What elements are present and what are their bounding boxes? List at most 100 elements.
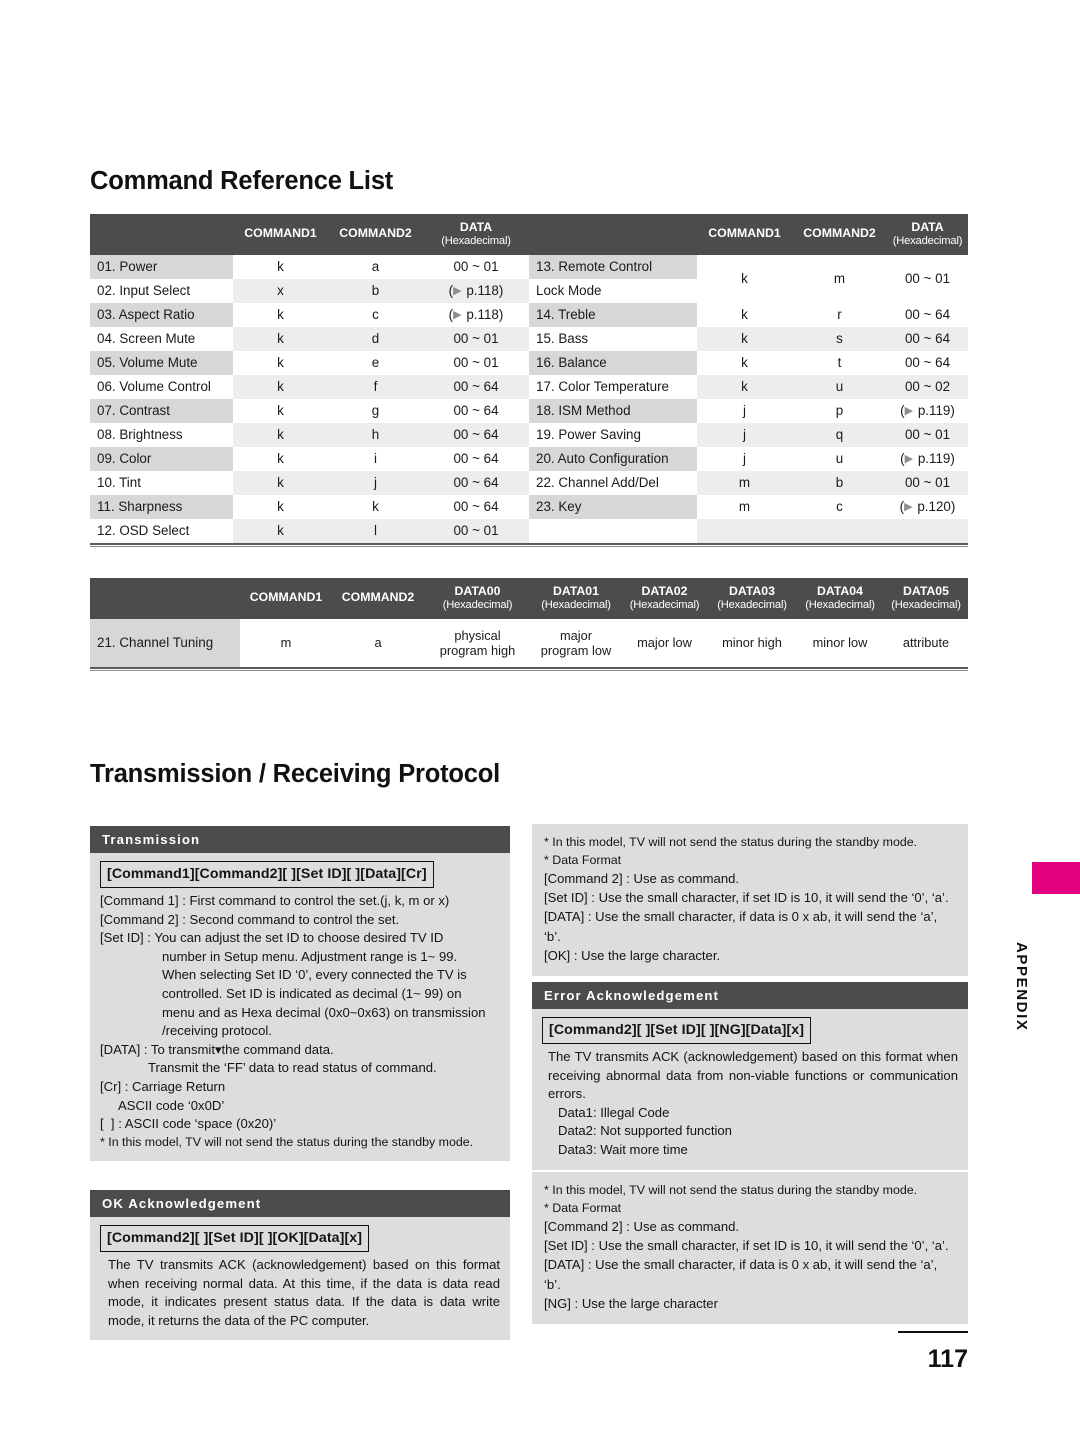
right-note-top: * In this model, TV will not send the st… [532, 824, 968, 976]
transmission-lines: [Command 1] : First command to control t… [100, 892, 500, 1151]
error-data-item: Data1: Illegal Code [558, 1104, 670, 1120]
page-link-label: p.118) [462, 283, 504, 299]
th-command1-right: COMMAND1 [697, 214, 792, 256]
cell-command1: k [233, 471, 328, 496]
cell-data: 00 ~ 64 [423, 447, 529, 472]
th-data03-label: DATA03 [728, 584, 775, 598]
note-line: [DATA] : Use the small character, if dat… [544, 909, 941, 944]
cell-command2: d [328, 327, 423, 352]
cell-command1: k [233, 327, 328, 352]
channel-tuning-body: 21. Channel Tuning m a physical program high… [90, 619, 968, 668]
error-panel-text: The TV transmits ACK (acknowledgement) b… [548, 1049, 958, 1102]
transmission-line: [DATA] : To transmit▾the command data. [100, 1041, 334, 1057]
th-data05-label: DATA05 [902, 584, 949, 598]
transmission-panel-body: [Command1][Command2][ ][Set ID][ ][Data]… [90, 853, 510, 1162]
right-note-top-body: * In this model, TV will not send the st… [532, 824, 968, 976]
table-row: 07. Contrast k g 00 ~ 64 18. ISM Method j p (▶ … [90, 399, 968, 424]
cell-command2: g [328, 399, 423, 424]
cell-data: 00 ~ 64 [423, 471, 529, 496]
cell-command2: u [792, 447, 887, 472]
cell-command1: k [233, 423, 328, 448]
th-data01-sub: (Hexadecimal) [541, 598, 611, 611]
th-command2-tuning: COMMAND2 [332, 578, 424, 620]
footer-rule [898, 1331, 968, 1333]
cell-command2 [792, 519, 887, 544]
table-row: 09. Color k i 00 ~ 64 20. Auto Configuration… [90, 447, 968, 472]
transmission-line: * In this model, TV will not send the st… [100, 1134, 474, 1149]
cell-command-name: 09. Color [90, 447, 233, 472]
transmission-line: [Cr] : Carriage Return [100, 1078, 226, 1094]
th-data02-label: DATA02 [641, 584, 688, 598]
th-data00-label: DATA00 [454, 584, 501, 598]
command-reference-table-wrap: COMMAND1 COMMAND2 DATA (Hexadecimal) COM… [90, 214, 968, 548]
th-data00-sub: (Hexadecimal) [442, 598, 513, 611]
note-line: [OK] : Use the large character. [544, 947, 721, 963]
cell-data04: minor low [796, 619, 884, 668]
cell-data: 00 ~ 64 [887, 303, 968, 328]
cell-command2: b [328, 279, 423, 304]
transmission-line: [Command 1] : First command to control t… [100, 893, 450, 909]
cell-command-name: 19. Power Saving [529, 423, 697, 448]
error-panel-title: Error Acknowledgement [532, 982, 968, 1009]
th-data04-sub: (Hexadecimal) [805, 598, 875, 611]
cell-command1: k [697, 255, 792, 304]
note-line: [DATA] : Use the small character, if dat… [544, 1257, 941, 1292]
page-link-arrow-icon: ▶ [453, 309, 462, 322]
transmission-line: menu and as Hexa decimal (0x0~0x63) on t… [162, 1004, 486, 1020]
cell-data: (▶ p.119) [887, 399, 968, 424]
transmission-line: [ ] : ASCII code ‘space (0x20)’ [100, 1116, 277, 1132]
ok-panel-body: [Command2][ ][Set ID][ ][OK][Data][x] Th… [90, 1217, 510, 1341]
page-number: 117 [927, 1345, 968, 1373]
cell-command-name: 07. Contrast [90, 399, 233, 424]
error-data-items: Data1: Illegal Code Data2: Not supported … [542, 1104, 958, 1160]
th-data04-label: DATA04 [816, 584, 863, 598]
cell-data: 00 ~ 01 [887, 423, 968, 448]
cell-command-name: 01. Power [90, 255, 233, 280]
cell-command2: a [332, 619, 424, 668]
th-data-label: DATA [911, 220, 944, 234]
th-data02: DATA02 (Hexadecimal) [621, 578, 708, 620]
th-blank-tuning [90, 578, 240, 620]
cell-data: 00 ~ 01 [887, 255, 968, 304]
note-line: [Set ID] : Use the small character, if s… [544, 890, 949, 906]
command-reference-table: COMMAND1 COMMAND2 DATA (Hexadecimal) COM… [90, 214, 968, 544]
tuning-header-row: COMMAND1 COMMAND2 DATA00 (Hexadecimal) D… [90, 578, 968, 620]
th-data02-sub: (Hexadecimal) [629, 598, 700, 611]
tuning-bottom-rule-thin [90, 670, 968, 672]
page-link-label: p.118) [462, 307, 504, 323]
transmission-line: When selecting Set ID ‘0’, every connect… [162, 967, 467, 983]
cell-data: 00 ~ 64 [423, 399, 529, 424]
th-data-left: DATA (Hexadecimal) [423, 214, 529, 256]
cell-data: 00 ~ 01 [423, 255, 529, 280]
transmission-line: /receiving protocol. [162, 1023, 272, 1039]
cell-command1 [697, 519, 792, 544]
cell-command-name: 11. Sharpness [90, 495, 233, 520]
cell-command1: m [697, 495, 792, 520]
cell-command2: t [792, 351, 887, 376]
table-row: 03. Aspect Ratio k c (▶ p.118) 14. Treble k r 0… [90, 303, 968, 328]
transmission-panel: Transmission [Command1][Command2][ ][Set… [90, 826, 510, 1162]
note-line: * In this model, TV will not send the st… [544, 1183, 918, 1197]
channel-tuning-table-wrap: COMMAND1 COMMAND2 DATA00 (Hexadecimal) D… [90, 578, 968, 672]
cell-command2: s [792, 327, 887, 352]
cell-command2: l [328, 519, 423, 544]
cell-command2: h [328, 423, 423, 448]
cell-command1: k [233, 447, 328, 472]
right-note-bottom-body: * In this model, TV will not send the st… [532, 1172, 968, 1324]
th-data01-label: DATA01 [552, 584, 599, 598]
cell-command1: j [697, 447, 792, 472]
cell-command1: m [240, 619, 332, 668]
error-data-item: Data2: Not supported function [558, 1123, 732, 1139]
table-row: 21. Channel Tuning m a physical program high… [90, 619, 968, 668]
ok-acknowledgement-panel: OK Acknowledgement [Command2][ ][Set ID]… [90, 1190, 510, 1341]
cell-command-name: 22. Channel Add/Del [529, 471, 697, 496]
cell-command-name: 13. Remote Control [529, 255, 697, 280]
th-command2-left: COMMAND2 [328, 214, 423, 256]
cell-command1: k [233, 303, 328, 328]
cell-command1: k [233, 375, 328, 400]
cell-data: 00 ~ 01 [423, 519, 529, 544]
cell-data: 00 ~ 64 [887, 351, 968, 376]
cell-data: (▶ p.118) [423, 303, 529, 328]
page-link-arrow-icon: ▶ [904, 453, 914, 466]
cell-command-name: 03. Aspect Ratio [90, 303, 233, 328]
